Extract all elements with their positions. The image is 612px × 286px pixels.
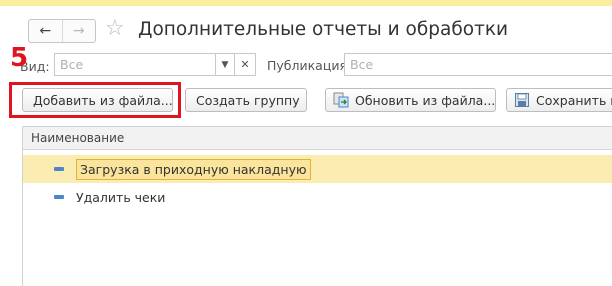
- favorite-star-icon[interactable]: ☆: [105, 16, 125, 41]
- navigation-buttons: ← →: [28, 19, 96, 43]
- table-row[interactable]: Удалить чеки: [23, 183, 612, 211]
- update-from-file-label: Обновить из файла...: [355, 92, 496, 108]
- page-title: Дополнительные отчеты и обработки: [138, 19, 509, 40]
- save-to-label: Сохранить к: [536, 92, 612, 108]
- arrow-right-icon: →: [72, 23, 85, 39]
- table-row[interactable]: Загрузка в приходную накладную: [23, 155, 612, 183]
- save-icon: [514, 92, 530, 108]
- create-group-button[interactable]: Создать группу: [185, 88, 307, 112]
- reports-table: Наименование Загрузка в приходную наклад…: [22, 126, 612, 286]
- item-icon: [54, 167, 64, 171]
- chevron-down-icon: ▼: [221, 59, 229, 70]
- kind-field[interactable]: Все: [54, 53, 216, 76]
- item-icon: [54, 195, 64, 199]
- annotation-highlight-box: [9, 82, 181, 118]
- row-name-cell[interactable]: Загрузка в приходную накладную: [76, 158, 311, 180]
- save-to-button[interactable]: Сохранить к: [506, 88, 612, 112]
- arrow-left-icon: ←: [39, 23, 52, 39]
- update-from-file-button[interactable]: Обновить из файла...: [325, 88, 496, 112]
- close-icon: ✕: [240, 58, 250, 71]
- publication-label: Публикация:: [267, 58, 352, 73]
- publication-field[interactable]: Все: [344, 53, 612, 76]
- column-header-name[interactable]: Наименование: [23, 127, 612, 150]
- annotation-step-number: 5: [10, 43, 29, 73]
- update-file-icon: [333, 92, 349, 108]
- forward-button[interactable]: →: [61, 20, 96, 42]
- kind-clear-button[interactable]: ✕: [235, 53, 256, 76]
- kind-dropdown-button[interactable]: ▼: [215, 53, 235, 76]
- row-name-cell[interactable]: Удалить чеки: [76, 190, 165, 205]
- create-group-label: Создать группу: [196, 92, 300, 108]
- back-button[interactable]: ←: [29, 20, 62, 42]
